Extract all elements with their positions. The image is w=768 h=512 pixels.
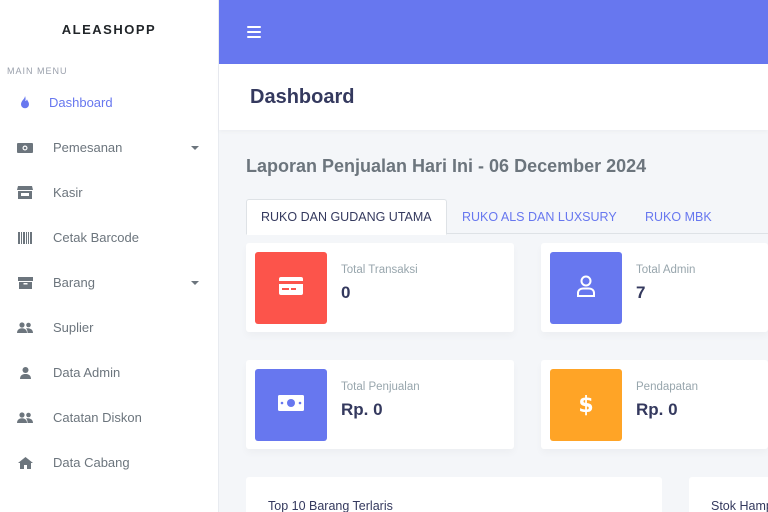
panel-title: Stok Hampir Habis bbox=[711, 499, 768, 512]
sidebar-item-data-admin[interactable]: Data Admin bbox=[0, 350, 218, 395]
brand-logo[interactable]: ALEASHOPP bbox=[0, 0, 218, 58]
sidebar-item-label: Catatan Diskon bbox=[53, 410, 142, 425]
stat-value: 0 bbox=[341, 283, 351, 302]
box-icon bbox=[16, 276, 34, 290]
sidebar-item-label: Data Cabang bbox=[53, 455, 130, 470]
stat-icon-box bbox=[255, 369, 327, 441]
tab-ruko-mbk[interactable]: RUKO MBK bbox=[645, 199, 712, 234]
sidebar-item-label: Suplier bbox=[53, 320, 94, 335]
fire-icon bbox=[16, 96, 34, 110]
stat-label: Pendapatan bbox=[636, 381, 699, 393]
store-icon bbox=[16, 186, 34, 200]
stat-icon-box bbox=[255, 252, 327, 324]
sidebar-item-catatan-diskon[interactable]: Catatan Diskon bbox=[0, 395, 218, 440]
sidebar-item-pemesanan[interactable]: Pemesanan bbox=[0, 125, 218, 170]
sidebar-item-label: Dashboard bbox=[49, 95, 113, 110]
low-stock-panel: Stok Hampir Habis bbox=[689, 477, 768, 512]
stat-value: 7 bbox=[636, 283, 646, 302]
home-icon bbox=[16, 456, 34, 470]
sidebar-item-suplier[interactable]: Suplier bbox=[0, 305, 218, 350]
user-icon bbox=[16, 366, 34, 380]
stat-card-pendapatan: $ Pendapatan Rp. 0 bbox=[541, 360, 768, 449]
top-navbar bbox=[219, 0, 768, 64]
stat-card-total-transaksi: Total Transaksi 0 bbox=[246, 243, 514, 332]
money-icon bbox=[278, 394, 304, 416]
stat-value: Rp. 0 bbox=[341, 400, 383, 419]
sidebar-item-data-cabang[interactable]: Data Cabang bbox=[0, 440, 218, 485]
stat-card-total-admin: Total Admin 7 bbox=[541, 243, 768, 332]
sidebar-item-label: Barang bbox=[53, 275, 95, 290]
page-title: Dashboard bbox=[250, 86, 355, 108]
top-items-panel: Top 10 Barang Terlaris bbox=[246, 477, 662, 512]
sidebar-item-label: Kasir bbox=[53, 185, 83, 200]
stat-label: Total Penjualan bbox=[341, 381, 420, 393]
users-icon bbox=[16, 321, 34, 335]
sidebar-item-label: Pemesanan bbox=[53, 140, 123, 155]
stat-label: Total Admin bbox=[636, 264, 696, 276]
sidebar: ALEASHOPP MAIN MENU Dashboard Pemesanan … bbox=[0, 0, 219, 512]
dollar-icon: $ bbox=[578, 392, 594, 418]
sidebar-item-cetak-barcode[interactable]: Cetak Barcode bbox=[0, 215, 218, 260]
sidebar-item-barang[interactable]: Barang bbox=[0, 260, 218, 305]
chevron-down-icon bbox=[191, 145, 199, 150]
panel-title: Top 10 Barang Terlaris bbox=[268, 499, 393, 512]
page-header: Dashboard bbox=[219, 64, 768, 130]
hamburger-menu-icon[interactable] bbox=[247, 26, 261, 38]
tab-ruko-dan-gudang-utama[interactable]: RUKO DAN GUDANG UTAMA bbox=[246, 199, 447, 235]
sidebar-item-label: Data Admin bbox=[53, 365, 121, 380]
barcode-icon bbox=[16, 231, 34, 245]
sidebar-item-kasir[interactable]: Kasir bbox=[0, 170, 218, 215]
user-icon bbox=[576, 275, 596, 302]
stat-value: Rp. 0 bbox=[636, 400, 678, 419]
sidebar-item-dashboard[interactable]: Dashboard bbox=[0, 80, 218, 125]
branch-tabs: RUKO DAN GUDANG UTAMA RUKO ALS DAN LUXSU… bbox=[246, 199, 768, 235]
chevron-down-icon bbox=[191, 280, 199, 285]
tab-ruko-als-dan-luxsury[interactable]: RUKO ALS DAN LUXSURY bbox=[462, 199, 617, 234]
stat-card-total-penjualan: Total Penjualan Rp. 0 bbox=[246, 360, 514, 449]
credit-card-icon bbox=[279, 276, 303, 300]
report-title: Laporan Penjualan Hari Ini - 06 December… bbox=[246, 156, 647, 176]
sidebar-item-label: Cetak Barcode bbox=[53, 230, 139, 245]
stat-icon-box bbox=[550, 252, 622, 324]
menu-header: MAIN MENU bbox=[7, 66, 68, 76]
users-icon bbox=[16, 411, 34, 425]
money-icon bbox=[16, 141, 34, 155]
stat-label: Total Transaksi bbox=[341, 264, 418, 276]
stat-icon-box: $ bbox=[550, 369, 622, 441]
